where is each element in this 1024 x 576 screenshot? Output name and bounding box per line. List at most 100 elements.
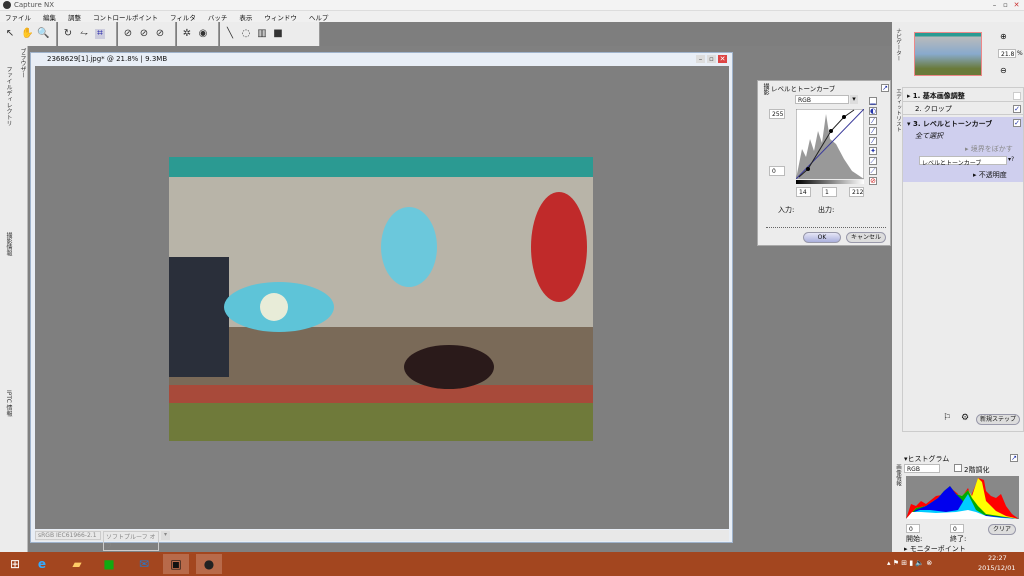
ok-button[interactable]: OK bbox=[803, 232, 841, 243]
menu-file[interactable]: ファイル bbox=[0, 11, 38, 22]
blend-option[interactable]: ▸ 境界をぼかす bbox=[965, 144, 1013, 154]
expand-icon[interactable]: ↗ bbox=[881, 84, 889, 92]
tab-shooting-info[interactable]: 撮影情報 bbox=[4, 232, 13, 256]
filter-select[interactable]: レベルとトーンカーブ bbox=[919, 156, 1007, 167]
eye-icon[interactable]: ◉ bbox=[198, 29, 208, 39]
rotate-icon[interactable]: ↻ bbox=[63, 29, 73, 39]
end-field[interactable]: 0 bbox=[950, 524, 964, 533]
linear-curve-icon[interactable]: ⟋ bbox=[869, 157, 877, 165]
menu-bar: ファイル 編集 調整 コントロールポイント フィルタ バッチ 表示 ウィンドウ … bbox=[0, 11, 1024, 22]
zoom-out-icon[interactable]: ⊖ bbox=[1000, 66, 1007, 75]
histogram-icon[interactable]: ▁ bbox=[869, 97, 877, 105]
tab-iptc-info[interactable]: IPTC 情報 bbox=[4, 390, 13, 417]
arrow-tool-icon[interactable]: ↖ bbox=[5, 29, 15, 39]
red-eye-icon[interactable]: ✲ bbox=[182, 29, 192, 39]
add-anchor-icon[interactable]: ✦ bbox=[869, 147, 877, 155]
image-canvas[interactable] bbox=[35, 66, 729, 529]
store-icon[interactable]: ■ bbox=[96, 554, 122, 574]
tab-image-info[interactable]: 画像情報 bbox=[894, 464, 902, 486]
histogram-expand-icon[interactable]: ↗ bbox=[1010, 454, 1018, 462]
tab-navigator[interactable]: ナビゲーター bbox=[894, 28, 902, 61]
hand-tool-icon[interactable]: ✋ bbox=[21, 29, 33, 39]
start-button-windows-icon[interactable]: ⊞ bbox=[2, 554, 28, 574]
black-point-icon[interactable]: ⊘ bbox=[123, 29, 133, 39]
curve-graph[interactable] bbox=[796, 109, 864, 179]
black-eyedropper-icon[interactable]: ⁄ bbox=[869, 117, 877, 125]
menu-batch[interactable]: バッチ bbox=[203, 11, 235, 22]
menu-view[interactable]: 表示 bbox=[234, 11, 259, 22]
filter-dropdown-icon[interactable]: ▾? bbox=[1008, 156, 1014, 163]
histogram-channel-select[interactable]: RGB bbox=[904, 464, 940, 473]
gamma-field[interactable]: 1 bbox=[822, 187, 837, 197]
auto-curve-icon[interactable]: ⟋ bbox=[869, 167, 877, 175]
photo-app-icon[interactable]: ▣ bbox=[163, 554, 189, 574]
outlook-icon[interactable]: ✉ bbox=[131, 554, 157, 574]
maximize-button[interactable]: ▫ bbox=[1001, 1, 1010, 9]
histogram-title[interactable]: ▾ヒストグラム bbox=[904, 454, 949, 464]
step-2-checkbox[interactable]: ✓ bbox=[1013, 105, 1021, 113]
gray-eyedropper-icon[interactable]: ⁄ bbox=[869, 127, 877, 135]
tab-edit-list[interactable]: エディットリスト bbox=[894, 88, 902, 132]
softproof-status: ソフトプルーフ オフ bbox=[103, 531, 159, 551]
step-1[interactable]: ▸ 1. 基本画像調整 bbox=[903, 91, 1023, 102]
step-3[interactable]: ▾ 3. レベルとトーンカーブ ✓ 全て選択 ▸ 境界をぼかす レベルとトーンカ… bbox=[903, 117, 1023, 182]
softproof-dropdown[interactable]: ▾ bbox=[161, 531, 170, 540]
step-3-checkbox[interactable]: ✓ bbox=[1013, 119, 1021, 127]
capture-nx-taskbar-icon[interactable]: ● bbox=[196, 554, 222, 574]
white-point-icon[interactable]: ⊘ bbox=[139, 29, 149, 39]
clear-button[interactable]: クリア bbox=[988, 524, 1016, 535]
document-status-bar: sRGB IEC61966-2.1 ソフトプルーフ オフ ▾ bbox=[35, 530, 729, 551]
fill-icon[interactable]: ■ bbox=[273, 29, 283, 39]
contrast-icon[interactable]: ◐ bbox=[869, 107, 877, 115]
zoom-field[interactable]: 21.8 bbox=[998, 49, 1016, 58]
straighten-icon[interactable]: ⥊ bbox=[79, 29, 89, 39]
doc-minimize-button[interactable]: – bbox=[696, 55, 705, 63]
input-black-field[interactable]: 14 bbox=[796, 187, 811, 197]
start-field[interactable]: 0 bbox=[906, 524, 920, 533]
zoom-tool-icon[interactable]: 🔍 bbox=[37, 29, 49, 39]
input-white-field[interactable]: 212 bbox=[849, 187, 864, 197]
menu-filter[interactable]: フィルタ bbox=[165, 11, 203, 22]
cancel-button[interactable]: キャンセル bbox=[846, 232, 886, 243]
title-bar: Capture NX – ▫ ✕ bbox=[0, 0, 1024, 11]
tab-file-directory[interactable]: ファイルディレクトリ bbox=[4, 66, 13, 126]
clock-time[interactable]: 22:27 bbox=[988, 554, 1007, 562]
file-explorer-icon[interactable]: ▰ bbox=[64, 554, 90, 574]
internet-explorer-icon[interactable]: e bbox=[29, 554, 55, 574]
navigator-thumbnail[interactable] bbox=[914, 32, 982, 76]
minimize-button[interactable]: – bbox=[990, 1, 999, 9]
zoom-in-icon[interactable]: ⊕ bbox=[1000, 32, 1007, 41]
menu-help[interactable]: ヘルプ bbox=[304, 11, 336, 22]
tray-icons[interactable]: ▴ ⚑ ⊞ ▮ 🔈 ⊗ bbox=[887, 559, 932, 567]
gradient-icon[interactable]: ▥ bbox=[257, 29, 267, 39]
output-label: 出力: bbox=[818, 206, 835, 214]
tab-browser[interactable]: ブラウザー bbox=[18, 48, 27, 78]
doc-close-button[interactable]: ✕ bbox=[718, 55, 727, 63]
new-step-button[interactable]: 新規ステップ bbox=[976, 414, 1020, 425]
right-panel: ナビゲーター ⊕ 21.8 % ⊖ エディットリスト ▸ 1. 基本画像調整 2… bbox=[892, 22, 1024, 553]
output-max-field[interactable]: 255 bbox=[769, 109, 785, 119]
menu-adjust[interactable]: 調整 bbox=[63, 11, 88, 22]
settings-icon[interactable]: ⚙ bbox=[961, 413, 969, 423]
white-eyedropper-icon[interactable]: ⁄ bbox=[869, 137, 877, 145]
reset-icon[interactable]: ⊘ bbox=[869, 177, 877, 185]
menu-control-point[interactable]: コントロールポイント bbox=[88, 11, 165, 22]
posterize-checkbox[interactable] bbox=[954, 464, 962, 472]
end-label: 終了: bbox=[950, 535, 967, 543]
crop-icon[interactable]: ⌗ bbox=[95, 29, 105, 39]
close-button[interactable]: ✕ bbox=[1012, 1, 1021, 9]
neutral-point-icon[interactable]: ⊘ bbox=[155, 29, 165, 39]
select-all[interactable]: 全て選択 bbox=[915, 131, 943, 141]
menu-edit[interactable]: 編集 bbox=[38, 11, 63, 22]
menu-window[interactable]: ウィンドウ bbox=[259, 11, 304, 22]
doc-maximize-button[interactable]: ▫ bbox=[707, 55, 716, 63]
add-control-point-icon[interactable]: ⚐ bbox=[943, 413, 951, 423]
step-2[interactable]: 2. クロップ ✓ bbox=[903, 104, 1023, 115]
lasso-icon[interactable]: ◌ bbox=[241, 29, 251, 39]
clock-date[interactable]: 2015/12/01 bbox=[978, 564, 1015, 572]
output-min-field[interactable]: 0 bbox=[769, 166, 785, 176]
channel-select[interactable]: RGB bbox=[795, 95, 849, 104]
opacity-option[interactable]: ▸ 不透明度 bbox=[973, 170, 1007, 180]
brush-icon[interactable]: ╲ bbox=[225, 29, 235, 39]
channel-dropdown-icon[interactable]: ▾ bbox=[850, 95, 858, 104]
